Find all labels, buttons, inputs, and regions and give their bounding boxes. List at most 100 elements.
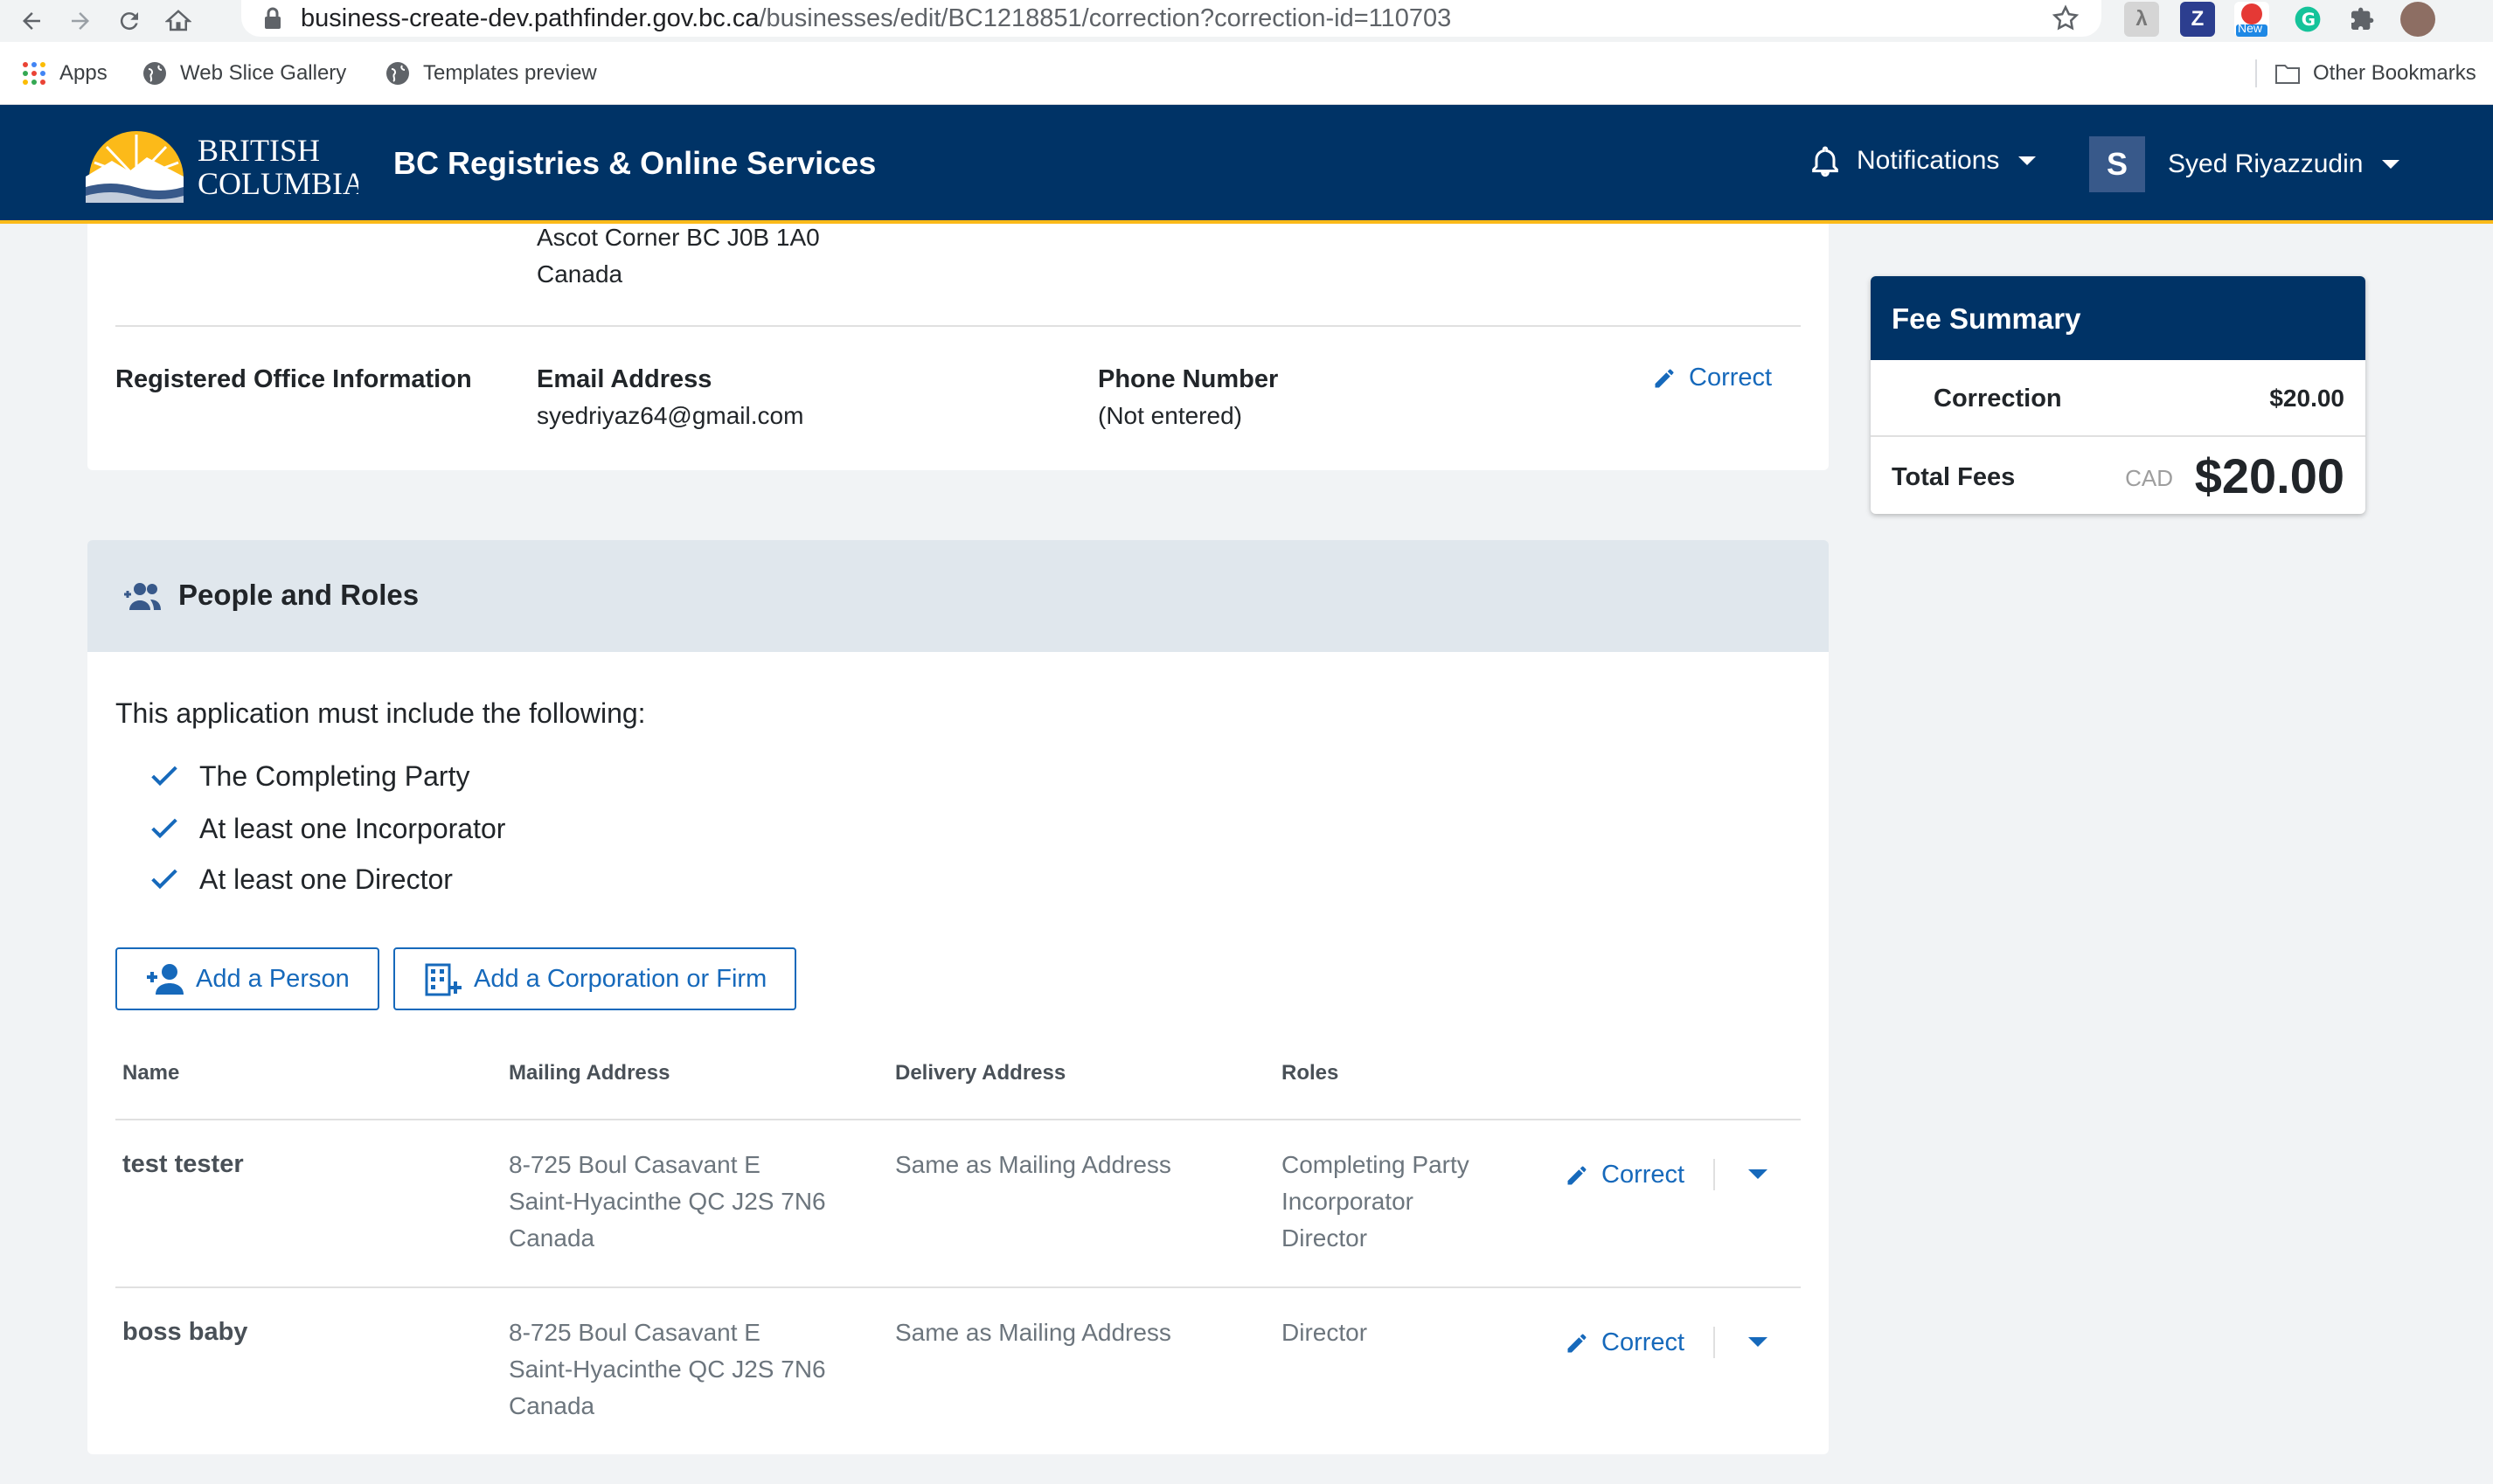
bookmark-star-icon[interactable] bbox=[2051, 3, 2080, 33]
divider bbox=[1713, 1327, 1715, 1358]
checkmark-icon bbox=[151, 818, 177, 839]
fee-summary-title: Fee Summary bbox=[1871, 276, 2365, 360]
apps-grid-icon bbox=[23, 62, 45, 85]
globe-icon bbox=[386, 62, 409, 85]
forward-icon[interactable] bbox=[63, 3, 98, 38]
fee-line-item: Correction $20.00 bbox=[1871, 360, 2365, 437]
profile-avatar-icon[interactable] bbox=[2400, 2, 2435, 37]
add-person-label: Add a Person bbox=[196, 964, 350, 993]
checkmark-icon bbox=[151, 869, 177, 890]
address-line: Saint-Hyacinthe QC J2S 7N6 bbox=[509, 1188, 826, 1215]
role-item: Incorporator bbox=[1281, 1188, 1413, 1215]
fee-total-row: Total Fees CAD $20.00 bbox=[1871, 437, 2365, 514]
divider bbox=[115, 1286, 1801, 1288]
user-name: Syed Riyazzudin bbox=[2168, 149, 2364, 178]
url-path: /businesses/edit/BC1218851/correction?co… bbox=[759, 3, 1452, 32]
fee-summary-card: Fee Summary Correction $20.00 Total Fees… bbox=[1871, 276, 2365, 514]
delivery-address: Same as Mailing Address bbox=[895, 1151, 1171, 1178]
home-icon[interactable] bbox=[161, 3, 196, 38]
avatar: S bbox=[2089, 136, 2145, 192]
fee-item-amount: $20.00 bbox=[2269, 385, 2344, 412]
correct-person-button[interactable]: Correct bbox=[1565, 1161, 1684, 1189]
bookmark-apps[interactable]: Apps bbox=[21, 59, 108, 87]
person-name: test tester bbox=[122, 1150, 244, 1178]
correct-label: Correct bbox=[1601, 1161, 1685, 1189]
add-corporation-button[interactable]: Add a Corporation or Firm bbox=[393, 947, 797, 1010]
people-roles-header: People and Roles bbox=[87, 540, 1829, 652]
zotero-extension-icon[interactable]: Z bbox=[2180, 2, 2215, 37]
total-fees-label: Total Fees bbox=[1892, 463, 2016, 491]
bookmark-label: Web Slice Gallery bbox=[180, 61, 347, 85]
correct-office-button[interactable]: Correct bbox=[1652, 364, 1772, 392]
bc-government-logo[interactable]: BRITISH COLUMBIA bbox=[86, 122, 358, 203]
phone-label: Phone Number bbox=[1098, 365, 1279, 393]
address-bar[interactable]: business-create-dev.pathfinder.gov.bc.ca… bbox=[241, 0, 2101, 37]
globe-icon bbox=[143, 62, 166, 85]
pencil-icon bbox=[1655, 369, 1674, 387]
column-header-name: Name bbox=[122, 1061, 180, 1085]
requirement-label: At least one Incorporator bbox=[199, 812, 506, 844]
logo-text-british: BRITISH bbox=[198, 133, 320, 168]
add-person-icon bbox=[147, 964, 184, 995]
divider bbox=[115, 325, 1801, 327]
back-icon[interactable] bbox=[14, 3, 49, 38]
roles: Completing Party Incorporator Director bbox=[1281, 1147, 1469, 1257]
address-line: Canada bbox=[509, 1392, 595, 1419]
user-account-menu[interactable]: S Syed Riyazzudin bbox=[2089, 136, 2400, 192]
mailing-address: 8-725 Boul Casavant E Saint-Hyacinthe QC… bbox=[509, 1314, 826, 1425]
people-roles-title: People and Roles bbox=[178, 579, 420, 611]
pencil-icon bbox=[1567, 1166, 1587, 1184]
chevron-down-icon bbox=[2382, 160, 2400, 169]
bookmark-templates-preview[interactable]: Templates preview bbox=[385, 59, 597, 87]
add-business-icon bbox=[425, 963, 462, 996]
puzzle-extensions-icon[interactable] bbox=[2344, 2, 2379, 37]
divider bbox=[115, 1119, 1801, 1120]
app-title: BC Registries & Online Services bbox=[393, 145, 877, 181]
bookmark-other[interactable]: Other Bookmarks bbox=[2255, 59, 2476, 87]
notifications-menu[interactable]: Notifications bbox=[1808, 143, 2037, 178]
requirement-label: The Completing Party bbox=[199, 759, 470, 792]
svg-text:G: G bbox=[2302, 10, 2316, 30]
people-roles-card: This application must include the follow… bbox=[87, 652, 1829, 1454]
address-line: Ascot Corner BC J0B 1A0 bbox=[537, 224, 820, 251]
requirements-title: This application must include the follow… bbox=[115, 697, 646, 729]
email-value: syedriyaz64@gmail.com bbox=[537, 402, 804, 429]
address-line: 8-725 Boul Casavant E bbox=[509, 1319, 760, 1346]
column-header-roles: Roles bbox=[1281, 1061, 1339, 1085]
roles: Director bbox=[1281, 1314, 1367, 1351]
fee-item-label: Correction bbox=[1934, 385, 2062, 413]
more-actions-chevron-icon[interactable] bbox=[1748, 1337, 1767, 1347]
correct-person-button[interactable]: Correct bbox=[1565, 1328, 1684, 1357]
add-person-button[interactable]: Add a Person bbox=[115, 947, 379, 1010]
currency-label: CAD bbox=[2125, 465, 2173, 491]
add-people-icon bbox=[124, 583, 161, 610]
chevron-down-icon bbox=[2018, 156, 2037, 165]
bookmarks-bar: Apps Web Slice Gallery Templates preview… bbox=[0, 42, 2493, 105]
address-line: 8-725 Boul Casavant E bbox=[509, 1151, 760, 1178]
bookmark-web-slice-gallery[interactable]: Web Slice Gallery bbox=[142, 59, 346, 87]
correct-label: Correct bbox=[1601, 1328, 1685, 1356]
role-item: Director bbox=[1281, 1319, 1368, 1346]
address-line: Canada bbox=[537, 260, 623, 288]
person-name: boss baby bbox=[122, 1318, 248, 1346]
new-extension-icon[interactable]: New bbox=[2234, 2, 2269, 37]
lock-icon bbox=[265, 7, 281, 29]
registered-office-card: Ascot Corner BC J0B 1A0 Canada Registere… bbox=[87, 224, 1829, 470]
role-item: Completing Party bbox=[1281, 1151, 1469, 1178]
requirement-item: The Completing Party bbox=[147, 759, 469, 794]
reload-icon[interactable] bbox=[112, 3, 147, 38]
more-actions-chevron-icon[interactable] bbox=[1748, 1169, 1767, 1179]
divider bbox=[1713, 1159, 1715, 1190]
extension-icon[interactable]: λ bbox=[2124, 2, 2159, 37]
notifications-label: Notifications bbox=[1857, 146, 2000, 175]
bell-icon bbox=[1812, 146, 1838, 177]
correct-label: Correct bbox=[1689, 364, 1773, 392]
address-line: Canada bbox=[509, 1224, 595, 1252]
role-item: Director bbox=[1281, 1224, 1368, 1252]
url-host: business-create-dev.pathfinder.gov.bc.ca bbox=[301, 3, 760, 32]
address-line: Saint-Hyacinthe QC J2S 7N6 bbox=[509, 1356, 826, 1383]
total-fees-amount: $20.00 bbox=[2194, 448, 2344, 503]
bookmark-label: Other Bookmarks bbox=[2313, 61, 2476, 85]
grammarly-icon[interactable]: G bbox=[2290, 2, 2325, 37]
new-badge: New bbox=[2238, 21, 2263, 35]
